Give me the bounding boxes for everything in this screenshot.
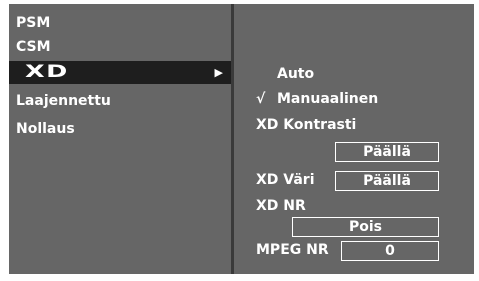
- menu-item-xd[interactable]: XD ▶: [9, 61, 231, 84]
- menu-item-label: Nollaus: [16, 121, 75, 137]
- menu-item-label: Laajennettu: [16, 93, 111, 109]
- mpeg-nr-label: MPEG NR: [256, 242, 329, 258]
- xd-contrast-value[interactable]: Päällä: [335, 142, 439, 162]
- xd-nr-value[interactable]: Pois: [292, 217, 439, 237]
- menu-item-psm[interactable]: PSM: [9, 12, 231, 35]
- menu-item-nollaus[interactable]: Nollaus: [9, 118, 231, 141]
- menu-item-laajennettu[interactable]: Laajennettu: [9, 90, 231, 113]
- menu-item-label: CSM: [16, 39, 51, 55]
- xd-logo: XD: [25, 62, 69, 82]
- menu-item-csm[interactable]: CSM: [9, 36, 231, 59]
- mpeg-nr-value[interactable]: 0: [341, 241, 439, 261]
- option-auto[interactable]: Auto: [277, 65, 314, 83]
- option-manual[interactable]: Manuaalinen: [277, 90, 378, 108]
- checkmark-icon: √: [256, 91, 266, 107]
- menu-item-label: PSM: [16, 15, 51, 31]
- main-menu-panel: PSM CSM XD ▶ Laajennettu Nollaus: [9, 4, 231, 274]
- submenu-arrow-icon: ▶: [214, 66, 223, 79]
- xd-nr-label: XD NR: [256, 198, 306, 214]
- xd-color-value[interactable]: Päällä: [335, 171, 439, 191]
- osd-menu: PSM CSM XD ▶ Laajennettu Nollaus Auto √ …: [9, 4, 474, 274]
- xd-submenu-panel: Auto √ Manuaalinen XD Kontrasti Päällä X…: [234, 4, 474, 274]
- xd-contrast-label: XD Kontrasti: [256, 117, 357, 133]
- xd-color-label: XD Väri: [256, 172, 315, 188]
